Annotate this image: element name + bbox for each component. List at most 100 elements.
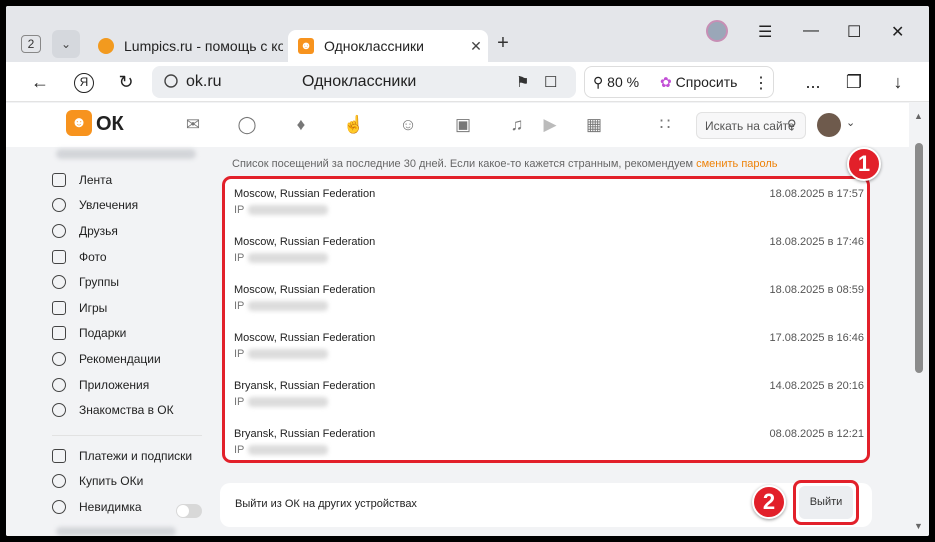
hobby-icon — [52, 198, 66, 212]
discussions-icon[interactable]: ◯ — [236, 115, 258, 135]
sidebar-item-friends[interactable]: Друзья — [52, 220, 118, 242]
translate-icon[interactable]: ⚑ — [516, 73, 529, 91]
search-icon[interactable]: ⚲ — [787, 117, 797, 133]
annotation-badge-2: 2 — [752, 485, 786, 519]
session-date: 17.08.2025 в 16:46 — [769, 332, 864, 344]
lumpics-favicon-icon — [98, 38, 114, 54]
menu-icon[interactable]: ☰ — [758, 22, 772, 42]
sidebar-item-dating[interactable]: Знакомства в ОК — [52, 399, 174, 421]
sidebar-item-label: Группы — [79, 275, 119, 289]
sidebar-item-feed[interactable]: Лента — [52, 169, 112, 191]
overflow-menu-button[interactable]: ... — [801, 70, 825, 94]
collections-icon[interactable]: ❐ — [842, 70, 866, 94]
avatar[interactable] — [817, 113, 841, 137]
list-item: Bryansk, Russian Federation IP 08.08.202… — [234, 422, 864, 462]
blurred-sidebar-item — [56, 527, 176, 536]
zoom-and-assistant: ⚲ 80 % ✿ Спросить ⋮ — [584, 66, 774, 98]
session-ip-label: IP — [234, 252, 245, 264]
ask-label: Спросить — [675, 74, 738, 90]
sidebar-item-payments[interactable]: Платежи и подписки — [52, 445, 192, 467]
music-icon[interactable]: ♫ — [506, 115, 528, 135]
sidebar-item-hobbies[interactable]: Увлечения — [52, 194, 138, 216]
exit-button[interactable]: Выйти — [799, 486, 853, 519]
address-bar[interactable]: ok.ru Одноклассники ⚑ ☐ — [152, 66, 576, 98]
guests-icon[interactable]: ☝ — [343, 115, 365, 135]
more-vertical-icon[interactable]: ⋮ — [753, 73, 769, 93]
sidebar-item-label: Фото — [79, 250, 107, 264]
ok-brand[interactable]: ОК — [96, 113, 124, 136]
close-window-icon[interactable]: ✕ — [891, 22, 904, 42]
sidebar-divider — [52, 435, 202, 436]
sidebar-item-groups[interactable]: Группы — [52, 271, 119, 293]
bookmark-icon[interactable]: ☐ — [544, 73, 557, 91]
scroll-down-icon[interactable]: ▼ — [914, 521, 923, 531]
session-ip-label: IP — [234, 204, 245, 216]
yandex-icon[interactable]: Я — [72, 70, 96, 94]
session-ip-label: IP — [234, 300, 245, 312]
video-icon[interactable]: ▣ — [452, 115, 474, 135]
messages-icon[interactable]: ✉ — [182, 115, 204, 135]
sidebar-item-label: Платежи и подписки — [79, 449, 193, 463]
sidebar-item-invisible[interactable]: Невидимка — [52, 496, 142, 518]
zoom-value: 80 % — [607, 74, 640, 90]
session-location: Moscow, Russian Federation — [234, 236, 376, 248]
scroll-thumb[interactable] — [915, 143, 923, 373]
back-icon[interactable]: ← — [28, 70, 52, 94]
chevron-down-icon[interactable]: ⌄ — [846, 116, 855, 129]
sidebar-item-buy-oks[interactable]: Купить ОКи — [52, 470, 143, 492]
likes-icon[interactable]: ☺ — [397, 115, 419, 135]
assistant-icon: ✿ — [660, 74, 672, 90]
play-icon[interactable]: ▶ — [539, 115, 561, 135]
tab-odnoklassniki[interactable]: ☻ Одноклассники ✕ — [288, 30, 488, 62]
close-tab-icon[interactable]: ✕ — [464, 38, 488, 55]
session-location: Moscow, Russian Federation — [234, 284, 376, 296]
session-date: 18.08.2025 в 08:59 — [769, 284, 864, 296]
sidebar-item-games[interactable]: Игры — [52, 297, 107, 319]
compass-icon — [52, 352, 66, 366]
dating-icon — [52, 403, 66, 417]
downloads-icon[interactable]: ↓ — [886, 70, 910, 94]
calendar-icon[interactable]: ▦ — [583, 115, 605, 135]
ok-logo-icon[interactable]: ☻ — [66, 110, 92, 136]
session-date: 14.08.2025 в 20:16 — [769, 380, 864, 392]
tab-label: Одноклассники — [324, 38, 425, 54]
tab-lumpics[interactable]: Lumpics.ru - помощь с ком — [88, 30, 283, 62]
ok-header: ☻ ОК ✉ ◯ ♦ ☝ ☺ ▣ ♫ ▶ ▦ ∷ Искать на сайте… — [6, 103, 909, 147]
sidebar-item-photos[interactable]: Фото — [52, 246, 107, 268]
site-info-icon[interactable] — [164, 74, 178, 88]
profile-avatar-icon[interactable] — [706, 20, 728, 47]
change-password-link[interactable]: сменить пароль — [696, 158, 777, 170]
sidebar-item-recommendations[interactable]: Рекомендации — [52, 348, 161, 370]
blurred-ip — [248, 445, 328, 455]
reload-icon[interactable]: ↻ — [114, 70, 138, 94]
page-content: ☻ ОК ✉ ◯ ♦ ☝ ☺ ▣ ♫ ▶ ▦ ∷ Искать на сайте… — [6, 103, 909, 536]
invisible-toggle[interactable] — [176, 504, 202, 518]
session-date: 18.08.2025 в 17:57 — [769, 188, 864, 200]
notifications-icon[interactable]: ♦ — [290, 115, 312, 135]
scroll-up-icon[interactable]: ▲ — [914, 111, 923, 121]
sidebar-item-apps[interactable]: Приложения — [52, 374, 149, 396]
tab-list-dropdown[interactable]: ⌄ — [52, 30, 80, 58]
maximize-icon[interactable]: ☐ — [847, 22, 861, 42]
notice-text: Список посещений за последние 30 дней. Е… — [232, 158, 694, 170]
left-sidebar: Лента Увлечения Друзья Фото Группы Игры … — [46, 147, 206, 536]
new-tab-button[interactable]: + — [492, 33, 514, 55]
blurred-ip — [248, 253, 328, 263]
browser-window: 2 ⌄ Lumpics.ru - помощь с ком ☻ Одноклас… — [6, 6, 929, 536]
blurred-ip — [248, 205, 328, 215]
chevron-down-icon: ⌄ — [60, 37, 72, 51]
sidebar-item-label: Невидимка — [79, 500, 142, 514]
list-item: Moscow, Russian Federation IP 18.08.2025… — [234, 182, 864, 222]
tab-strip: 2 ⌄ Lumpics.ru - помощь с ком ☻ Одноклас… — [6, 6, 929, 62]
site-search-input[interactable]: Искать на сайте ⚲ — [696, 112, 806, 139]
sidebar-item-gifts[interactable]: Подарки — [52, 322, 126, 344]
page-scrollbar[interactable]: ▲ ▼ — [909, 103, 929, 536]
tab-counter[interactable]: 2 — [21, 35, 41, 53]
zoom-level[interactable]: ⚲ 80 % — [593, 74, 639, 91]
sidebar-item-label: Знакомства в ОК — [79, 403, 174, 417]
minimize-icon[interactable]: — — [803, 22, 819, 40]
apps-grid-icon[interactable]: ∷ — [654, 115, 676, 135]
sidebar-item-label: Лента — [79, 173, 113, 187]
sidebar-item-label: Рекомендации — [79, 352, 161, 366]
ask-assistant-button[interactable]: ✿ Спросить — [660, 74, 737, 91]
